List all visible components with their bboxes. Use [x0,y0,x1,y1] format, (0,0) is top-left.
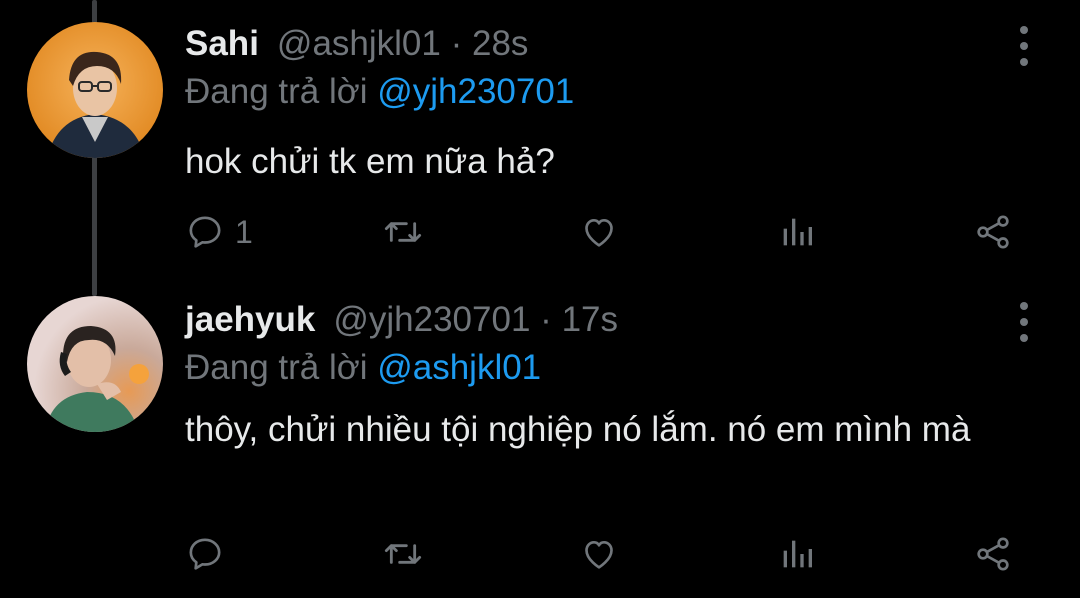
reply-button[interactable] [185,532,235,576]
views-button[interactable] [777,532,827,576]
tweet-2[interactable]: jaehyuk @yjh230701 · 17s Đang trả lời @as… [0,290,1080,598]
mention-link[interactable]: @yjh230701 [377,72,574,111]
share-icon [977,215,1009,249]
retweet-icon [384,222,422,242]
like-button[interactable] [579,532,629,576]
tweet-text: hok chửi tk em nữa hả? [185,142,555,181]
replying-to: Đang trả lời @ashjkl01 [185,348,541,388]
user-handle[interactable]: @ashjkl01 [277,24,441,63]
more-options-icon[interactable] [1012,26,1036,66]
avatar-sahi-image [27,22,163,158]
more-options-icon[interactable] [1012,302,1036,342]
mention-link[interactable]: @ashjkl01 [377,348,541,387]
avatar[interactable] [27,296,163,432]
like-button[interactable] [579,210,629,254]
replying-to: Đang trả lời @yjh230701 [185,72,574,112]
timestamp[interactable]: 17s [562,300,618,339]
reply-icon [189,538,221,570]
user-handle[interactable]: @yjh230701 [333,300,530,339]
retweet-button[interactable] [381,210,435,254]
share-button[interactable] [973,532,1013,576]
separator-dot: · [450,24,463,63]
display-name[interactable]: jaehyuk [185,300,315,339]
tweet-1[interactable]: Sahi @ashjkl01 · 28s Đang trả lời @yjh230… [0,0,1080,290]
tweet-actions [185,532,1025,576]
reply-count: 1 [235,213,253,250]
heart-icon [585,219,613,247]
avatar[interactable] [27,22,163,158]
retweet-button[interactable] [381,532,435,576]
tweet-header: Sahi @ashjkl01 · 28s [185,24,528,64]
analytics-icon [783,540,812,568]
tweet-text: thôy, chửi nhiều tội nghiệp nó lắm. nó e… [185,410,971,449]
reply-button[interactable]: 1 [185,210,253,254]
tweet-actions: 1 [185,210,1025,254]
replying-prefix: Đang trả lời [185,348,368,387]
reply-icon [189,216,221,248]
display-name[interactable]: Sahi [185,24,259,63]
separator-dot: · [540,300,552,339]
tweet-header: jaehyuk @yjh230701 · 17s [185,300,618,340]
share-icon [977,537,1009,571]
analytics-icon [783,218,812,246]
views-button[interactable] [777,210,827,254]
replying-prefix: Đang trả lời [185,72,368,111]
timestamp[interactable]: 28s [472,24,528,63]
heart-icon [585,541,613,569]
share-button[interactable] [973,210,1013,254]
avatar-jaehyuk-image [27,296,163,432]
retweet-icon [384,544,422,564]
